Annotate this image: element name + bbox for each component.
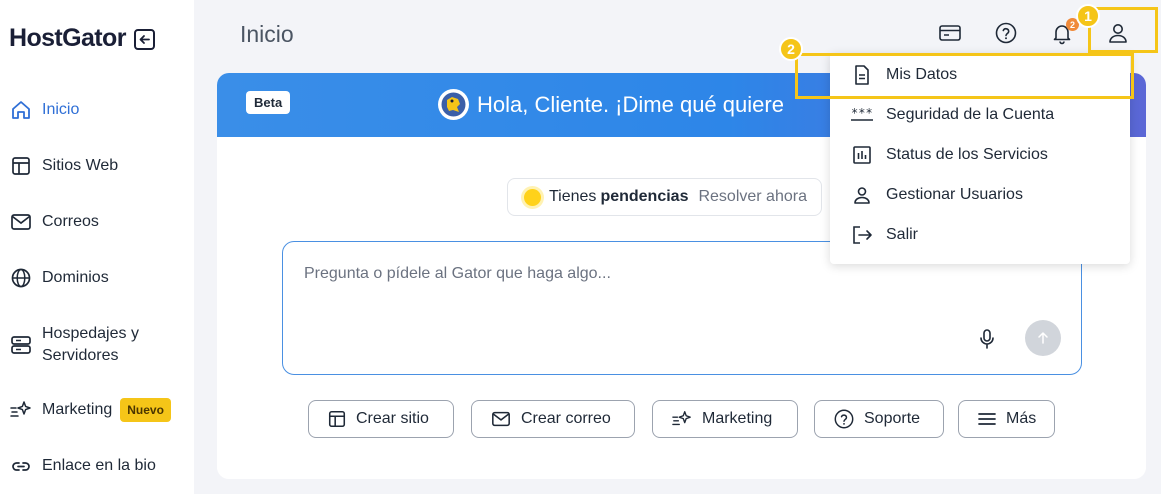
menu-item-gestionar-usuarios[interactable]: Gestionar Usuarios (850, 183, 1023, 207)
help-icon (833, 408, 855, 430)
svg-text:***: *** (851, 106, 873, 120)
hostgator-logo[interactable]: HostGator (9, 24, 126, 53)
quick-action-label: Más (1006, 410, 1037, 427)
quick-action-label: Crear sitio (356, 410, 429, 427)
menu-icon (977, 409, 997, 429)
step-2-marker: 2 (779, 37, 803, 61)
quick-action-label: Marketing (702, 410, 773, 427)
billing-card-icon[interactable] (938, 21, 962, 45)
create-site-button[interactable]: Crear sitio (308, 400, 454, 438)
greeting: Hola, Cliente. ¡Dime qué quiere (438, 89, 784, 120)
sidebar-item-label: Enlace en la bio (42, 457, 156, 474)
greeting-text: Hola, Cliente. ¡Dime qué quiere (477, 91, 784, 117)
pending-prefix: Tienes (549, 188, 597, 205)
sidebar-item-label: Inicio (42, 101, 80, 118)
sidebar-item-dominios[interactable]: Dominios (10, 267, 109, 289)
menu-item-label: Status de los Servicios (886, 146, 1048, 163)
microphone-icon[interactable] (977, 328, 997, 355)
password-icon: *** (850, 103, 874, 127)
menu-item-status-servicios[interactable]: Status de los Servicios (850, 143, 1048, 167)
home-icon (10, 99, 32, 121)
mail-icon (10, 211, 32, 233)
sidebar-item-label: Correos (42, 213, 99, 230)
layout-icon (327, 409, 347, 429)
sidebar-item-marketing[interactable]: Marketing Nuevo (10, 398, 171, 422)
person-icon (850, 183, 874, 207)
prompt-placeholder: Pregunta o pídele al Gator que haga algo… (304, 265, 611, 282)
resolve-now-link[interactable]: Resolver ahora (698, 188, 807, 206)
logout-icon (850, 223, 874, 247)
sidebar-item-inicio[interactable]: Inicio (10, 99, 79, 121)
sidebar-item-label: Marketing (42, 401, 113, 418)
support-button[interactable]: Soporte (814, 400, 944, 438)
sidebar-item-correos[interactable]: Correos (10, 211, 99, 233)
marketing-button[interactable]: Marketing (652, 400, 798, 438)
help-icon[interactable] (994, 21, 1018, 45)
sidebar-item-hospedajes[interactable]: Hospedajes y Servidores (10, 323, 162, 367)
mail-icon (490, 409, 512, 429)
sparkle-icon (10, 399, 32, 421)
chart-icon (850, 143, 874, 167)
pending-strong: pendencias (600, 188, 689, 205)
sidebar-item-enlace-bio[interactable]: Enlace en la bio (10, 455, 156, 477)
collapse-sidebar-icon[interactable] (133, 29, 155, 50)
beta-badge: Beta (246, 91, 291, 114)
pending-tasks-chip[interactable]: Tienes pendencias Resolver ahora (507, 178, 822, 216)
menu-item-label: Gestionar Usuarios (886, 186, 1023, 203)
quick-action-label: Crear correo (521, 410, 611, 427)
page-title: Inicio (240, 21, 294, 47)
bell-icon[interactable]: 2 (1050, 18, 1079, 45)
globe-icon (10, 267, 32, 289)
step-1-marker: 1 (1076, 4, 1100, 28)
menu-item-seguridad[interactable]: *** Seguridad de la Cuenta (850, 103, 1054, 127)
sidebar-item-sitios-web[interactable]: Sitios Web (10, 155, 118, 177)
send-button[interactable] (1025, 320, 1061, 356)
menu-item-label: Salir (886, 226, 919, 243)
more-button[interactable]: Más (958, 400, 1055, 438)
sidebar-item-label: Dominios (42, 269, 109, 286)
link-icon (10, 455, 32, 477)
highlight-mis-datos (795, 53, 1134, 99)
layout-icon (10, 155, 32, 177)
sidebar-item-label: Sitios Web (42, 157, 119, 174)
create-email-button[interactable]: Crear correo (471, 400, 635, 438)
logo-row: HostGator (9, 24, 155, 53)
arrow-up-icon (1038, 332, 1048, 344)
sidebar-item-label: Hospedajes y Servidores (42, 325, 139, 364)
gator-avatar-icon (438, 89, 469, 120)
quick-action-label: Soporte (864, 410, 921, 427)
sidebar: HostGator Inicio Sitios Web Correos Domi… (0, 0, 194, 494)
menu-item-salir[interactable]: Salir (850, 223, 918, 247)
status-dot (524, 188, 541, 206)
menu-item-label: Seguridad de la Cuenta (886, 106, 1055, 123)
sparkle-icon (671, 409, 693, 429)
new-badge: Nuevo (120, 398, 171, 422)
server-icon (10, 334, 32, 356)
